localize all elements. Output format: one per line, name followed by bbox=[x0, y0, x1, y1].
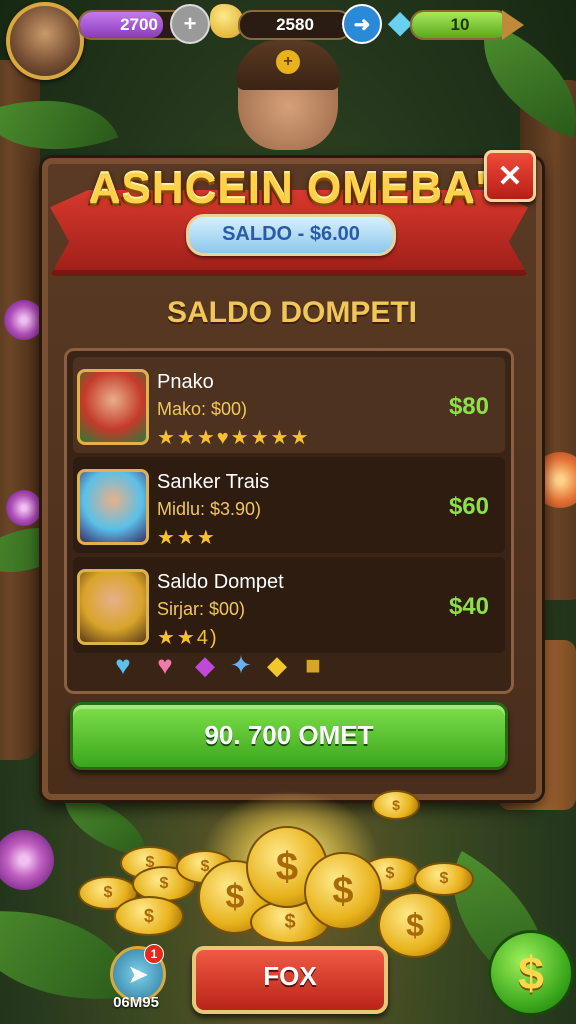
coin-icon: $ bbox=[304, 852, 382, 930]
notification-badge: 1 bbox=[144, 944, 164, 964]
coin-icon: $ bbox=[114, 896, 184, 936]
row-name: Sanker Trais bbox=[157, 471, 270, 493]
star-blue-icon: ✦ bbox=[230, 649, 252, 680]
row-price: $60 bbox=[448, 493, 489, 520]
row-subtitle: Sirjar: $00) bbox=[157, 599, 246, 619]
flower-purple bbox=[4, 300, 44, 340]
row-subtitle: Midlu: $3.90) bbox=[157, 499, 262, 519]
shop-dollar-button[interactable]: $ bbox=[488, 930, 574, 1016]
avatar bbox=[77, 469, 149, 545]
list-item[interactable]: Sanker Trais Midlu: $3.90) ★★★ $60 bbox=[73, 457, 505, 553]
close-button[interactable]: ✕ bbox=[484, 150, 536, 202]
tree-trunk-left bbox=[0, 60, 40, 760]
avatar bbox=[77, 569, 149, 645]
flower-purple bbox=[6, 490, 42, 526]
reward-list: Pnako Mako: $00) ★★★♥★★★★ $80 Sanker Tra… bbox=[64, 348, 514, 694]
row-subtitle: Mako: $00) bbox=[157, 399, 248, 419]
gems-bar: 10 bbox=[410, 10, 510, 40]
heart-pink-icon: ♥ bbox=[157, 649, 173, 680]
avatar bbox=[77, 369, 149, 445]
gem-gold-icon: ■ bbox=[305, 649, 321, 680]
character-hat-emblem: + bbox=[276, 50, 300, 74]
panel-subtitle: SALDO DOMPETI bbox=[166, 296, 417, 329]
coin-icon: $ bbox=[372, 790, 420, 820]
fox-button[interactable]: FOX bbox=[192, 946, 388, 1014]
coin-icon: $ bbox=[378, 892, 452, 958]
list-item[interactable]: Saldo Dompet Sirjar: $00) ★★4) $40 bbox=[73, 557, 505, 653]
gem-purple-icon: ◆ bbox=[195, 649, 215, 680]
arrow-right-icon[interactable]: ➜ bbox=[342, 4, 382, 44]
player-avatar[interactable] bbox=[6, 2, 84, 80]
row-price: $80 bbox=[448, 393, 489, 420]
gem-yellow-icon: ◆ bbox=[267, 649, 287, 680]
heart-blue-icon: ♥ bbox=[115, 649, 131, 680]
claim-button[interactable]: 90. 700 OMET bbox=[70, 702, 508, 770]
coins-value: 2580 bbox=[276, 15, 314, 34]
row-price: $40 bbox=[448, 593, 489, 620]
saldo-pill: SALDO - $6.00 bbox=[186, 214, 396, 256]
add-energy-button[interactable]: + bbox=[170, 4, 210, 44]
row-name: Pnako bbox=[157, 371, 214, 393]
compass-label: 06M95 bbox=[113, 994, 159, 1011]
coin-icon: $ bbox=[414, 862, 474, 896]
row-stars: ★★★ bbox=[157, 527, 217, 549]
row-stars: ★★4) bbox=[157, 627, 219, 649]
row-stars: ★★★♥★★★★ bbox=[157, 427, 311, 449]
row-name: Saldo Dompet bbox=[157, 571, 284, 593]
energy-value: 2700 bbox=[120, 15, 158, 34]
gems-value: 10 bbox=[450, 15, 470, 34]
list-item[interactable]: Pnako Mako: $00) ★★★♥★★★★ $80 bbox=[73, 357, 505, 453]
flower-purple bbox=[0, 830, 54, 890]
arrow-tip-icon bbox=[502, 10, 524, 40]
coins-bar: 2580 bbox=[238, 10, 352, 40]
close-icon: ✕ bbox=[497, 159, 523, 193]
dollar-icon: $ bbox=[518, 947, 544, 999]
panel-title: ASHCEIN OMEBA' bbox=[88, 164, 488, 213]
